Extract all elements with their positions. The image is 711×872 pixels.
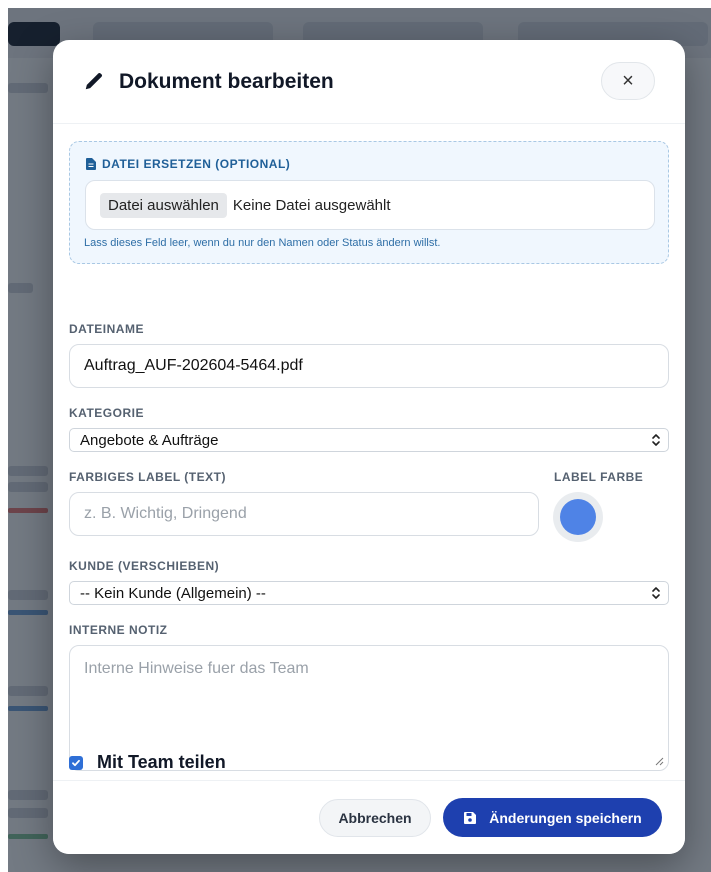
modal-body: DATEI ERSETZEN (OPTIONAL) Datei auswähle…	[53, 125, 685, 779]
file-replace-label: DATEI ERSETZEN (OPTIONAL)	[102, 157, 291, 171]
file-input[interactable]: Datei auswählen Keine Datei ausgewählt	[85, 180, 655, 230]
category-select[interactable]: Angebote & Aufträge	[69, 428, 669, 452]
color-label-text-label: FARBIGES LABEL (TEXT)	[69, 470, 226, 484]
label-color-label: LABEL FARBE	[554, 470, 644, 484]
note-placeholder: Interne Hinweise fuer das Team	[84, 660, 309, 677]
modal-title: Dokument bearbeiten	[119, 70, 334, 93]
share-row[interactable]: Mit Team teilen	[69, 752, 226, 773]
customer-label: KUNDE (VERSCHIEBEN)	[69, 559, 220, 573]
filename-input[interactable]: Auftrag_AUF-202604-5464.pdf	[69, 344, 669, 388]
no-file-text: Keine Datei ausgewählt	[232, 196, 391, 214]
pencil-icon	[85, 73, 102, 90]
file-replace-section: DATEI ERSETZEN (OPTIONAL) Datei auswähle…	[69, 141, 669, 264]
cancel-button[interactable]: Abbrechen	[319, 799, 431, 837]
file-replace-hint: Lass dieses Feld leer, wenn du nur den N…	[84, 237, 441, 249]
color-swatch	[560, 499, 596, 535]
save-icon	[464, 811, 477, 824]
note-label: INTERNE NOTIZ	[69, 623, 168, 637]
save-label: Änderungen speichern	[489, 809, 642, 826]
chevron-up-down-icon	[652, 434, 660, 446]
close-button[interactable]: ×	[601, 62, 655, 100]
check-icon	[72, 759, 80, 766]
file-icon	[86, 158, 96, 170]
edit-document-modal: Dokument bearbeiten × DATEI ERSETZEN (OP…	[53, 40, 685, 854]
label-color-picker[interactable]	[553, 492, 603, 542]
choose-file-button[interactable]: Datei auswählen	[100, 192, 227, 218]
color-label-placeholder: z. B. Wichtig, Dringend	[84, 505, 247, 522]
filename-label: DATEINAME	[69, 322, 144, 336]
share-label: Mit Team teilen	[97, 752, 226, 772]
modal-header: Dokument bearbeiten ×	[53, 40, 685, 124]
filename-value: Auftrag_AUF-202604-5464.pdf	[84, 357, 303, 374]
color-label-input[interactable]: z. B. Wichtig, Dringend	[69, 492, 539, 536]
chevron-up-down-icon	[652, 587, 660, 599]
customer-selected: -- Kein Kunde (Allgemein) --	[80, 584, 266, 602]
save-button[interactable]: Änderungen speichern	[443, 798, 662, 837]
modal-footer: Abbrechen Änderungen speichern	[53, 780, 685, 854]
share-checkbox[interactable]	[69, 755, 83, 770]
category-label: KATEGORIE	[69, 406, 144, 420]
resize-handle-icon[interactable]	[654, 756, 664, 766]
customer-select[interactable]: -- Kein Kunde (Allgemein) --	[69, 581, 669, 605]
close-icon: ×	[622, 69, 634, 92]
category-selected: Angebote & Aufträge	[80, 431, 219, 449]
